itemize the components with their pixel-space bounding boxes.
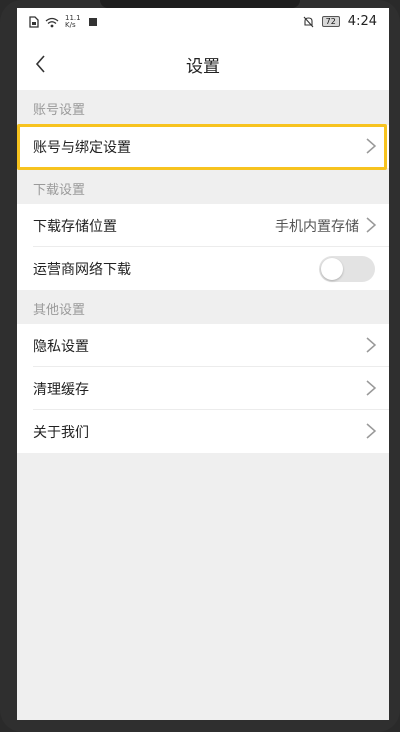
about-us-label: 关于我们 xyxy=(33,425,89,441)
phone-notch xyxy=(100,0,300,8)
privacy-settings-label: 隐私设置 xyxy=(33,339,89,355)
chevron-right-icon xyxy=(366,380,377,396)
privacy-settings-item[interactable]: 隐私设置 xyxy=(17,324,389,367)
chevron-right-icon xyxy=(366,217,377,233)
section-header-other: 其他设置 xyxy=(17,290,389,324)
section-header-download-label: 下载设置 xyxy=(33,183,86,198)
net-speed-unit: K/s xyxy=(65,21,76,29)
about-us-item[interactable]: 关于我们 xyxy=(17,410,389,453)
phone-frame: 11.1 K/s 72 4:24 设置 账号设置 账号与绑定设置 下载设置 下载… xyxy=(0,0,400,732)
account-binding-settings-label: 账号与绑定设置 xyxy=(33,140,131,156)
chevron-right-icon xyxy=(366,337,377,353)
battery-icon: 72 xyxy=(321,16,340,27)
wifi-icon xyxy=(45,17,59,27)
status-time: 4:24 xyxy=(347,14,377,29)
page-title: 设置 xyxy=(186,57,220,77)
nav-bar: 设置 xyxy=(17,38,389,90)
screen: 11.1 K/s 72 4:24 设置 账号设置 账号与绑定设置 下载设置 下载… xyxy=(17,8,389,720)
clear-cache-item[interactable]: 清理缓存 xyxy=(17,367,389,410)
notification-icon xyxy=(89,18,97,26)
section-header-download: 下载设置 xyxy=(17,170,389,204)
section-header-other-label: 其他设置 xyxy=(33,303,86,318)
chevron-right-icon xyxy=(366,138,377,154)
clear-cache-label: 清理缓存 xyxy=(33,382,89,398)
net-speed: 11.1 K/s xyxy=(65,15,83,29)
download-location-item[interactable]: 下载存储位置 手机内置存储 xyxy=(17,204,389,247)
section-header-account: 账号设置 xyxy=(17,90,389,124)
status-left: 11.1 K/s xyxy=(29,15,97,29)
section-header-account-label: 账号设置 xyxy=(33,103,86,118)
account-binding-settings-item[interactable]: 账号与绑定设置 xyxy=(17,125,389,168)
chevron-right-icon xyxy=(366,423,377,439)
toggle-knob xyxy=(321,258,343,280)
status-right: 72 4:24 xyxy=(303,14,377,29)
sim-card-icon xyxy=(29,16,39,28)
carrier-network-download-toggle[interactable] xyxy=(319,256,375,282)
download-location-value: 手机内置存储 xyxy=(275,219,359,235)
carrier-network-download-label: 运营商网络下载 xyxy=(33,262,131,278)
carrier-network-download-item: 运营商网络下载 xyxy=(17,247,389,290)
status-bar: 11.1 K/s 72 4:24 xyxy=(17,8,389,38)
bell-muted-icon xyxy=(303,16,314,27)
download-location-label: 下载存储位置 xyxy=(33,219,117,235)
